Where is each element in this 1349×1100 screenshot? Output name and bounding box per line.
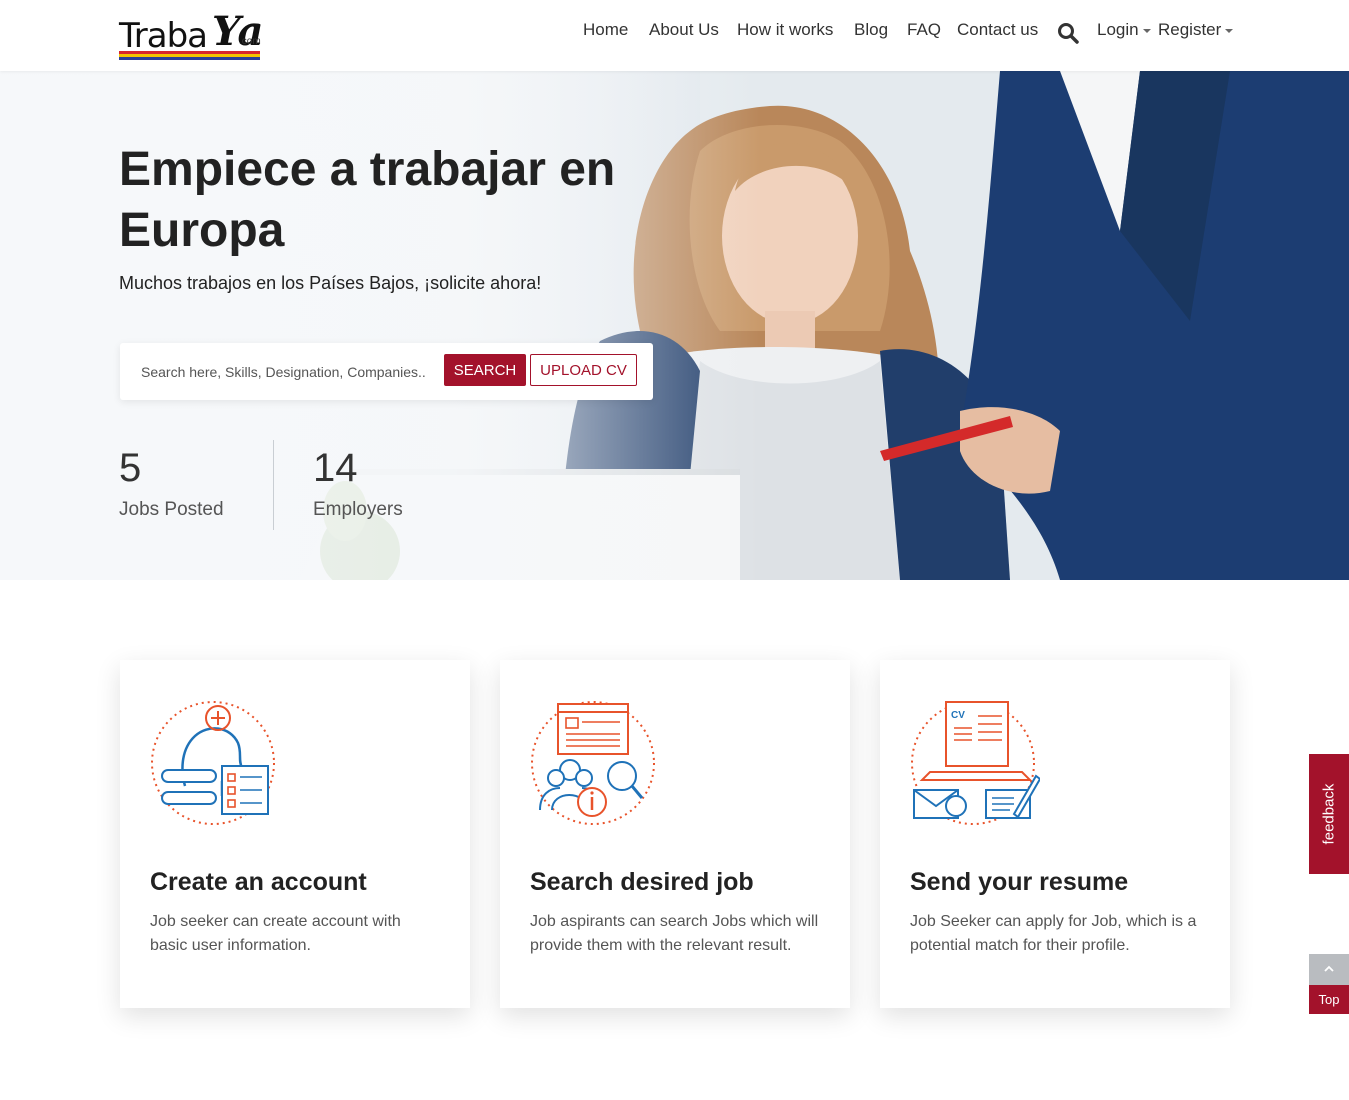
nav-contact-us[interactable]: Contact us: [957, 20, 1038, 40]
search-icon[interactable]: [1057, 22, 1079, 44]
stat-label: Employers: [313, 499, 403, 520]
feedback-label: feedback: [1320, 783, 1338, 845]
stat-jobs-posted: 5 Jobs Posted: [119, 443, 224, 521]
step-card-search-job: Search desired job Job aspirants can sea…: [500, 660, 850, 1008]
account-profile-icon: [151, 701, 275, 825]
nav-faq[interactable]: FAQ: [907, 20, 941, 40]
card-title: Create an account: [150, 868, 367, 896]
stat-employers: 14 Employers: [313, 443, 403, 521]
hero-title: Empiece a trabajar en Europa: [119, 143, 616, 257]
chevron-down-icon: [1142, 28, 1151, 33]
job-search-icon: [531, 701, 655, 825]
card-description: Job aspirants can search Jobs which will…: [530, 913, 819, 954]
card-title: Search desired job: [530, 868, 754, 896]
stat-divider: [273, 440, 274, 530]
chevron-down-icon: [1225, 28, 1234, 33]
step-card-create-account: Create an account Job seeker can create …: [120, 660, 470, 1008]
chevron-up-icon: [1309, 954, 1349, 985]
job-search-bar: SEARCH UPLOAD CV: [120, 343, 653, 400]
hero-subtitle: Muchos trabajos en los Países Bajos, ¡so…: [119, 273, 542, 293]
stat-value: 14: [313, 446, 358, 490]
card-title: Send your resume: [910, 868, 1129, 896]
main-nav: Home About Us How it works Blog FAQ Cont…: [0, 20, 1349, 46]
top-label: Top: [1309, 985, 1349, 1014]
resume-send-icon: CV: [911, 701, 1040, 825]
search-input[interactable]: [132, 357, 432, 386]
stat-value: 5: [119, 446, 142, 490]
nav-about-us[interactable]: About Us: [649, 20, 719, 40]
nav-login[interactable]: Login: [1097, 20, 1151, 40]
upload-cv-button[interactable]: UPLOAD CV: [530, 354, 637, 386]
nav-register[interactable]: Register: [1158, 20, 1234, 40]
logo-flag-stripe: [119, 51, 260, 60]
step-card-send-resume: CV Send your resume Job Seeker can apply…: [880, 660, 1230, 1008]
svg-text:CV: CV: [951, 710, 965, 721]
site-header: Traba Ya .com Home About Us How it works…: [0, 0, 1349, 71]
stat-label: Jobs Posted: [119, 499, 224, 520]
back-to-top-button[interactable]: Top: [1309, 954, 1349, 1014]
nav-blog[interactable]: Blog: [854, 20, 888, 40]
register-label: Register: [1158, 20, 1222, 39]
login-label: Login: [1097, 20, 1139, 39]
card-description: Job seeker can create account with basic…: [150, 913, 401, 954]
hero-section: Empiece a trabajar en Europa Muchos trab…: [0, 71, 1349, 580]
nav-home[interactable]: Home: [583, 20, 628, 40]
feedback-tab[interactable]: feedback: [1309, 754, 1349, 874]
nav-how-it-works[interactable]: How it works: [737, 20, 833, 40]
card-description: Job Seeker can apply for Job, which is a…: [910, 913, 1197, 954]
search-button[interactable]: SEARCH: [444, 354, 526, 386]
